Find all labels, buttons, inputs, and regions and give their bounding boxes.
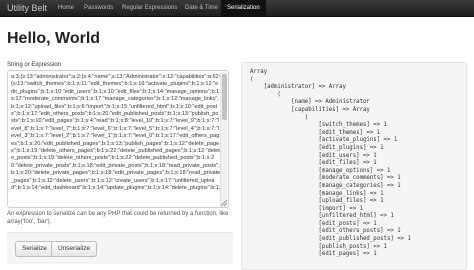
nav-item-date-time[interactable]: Date & Time [179, 0, 224, 17]
output-panel: Array ( [administrator] => Array ( [name… [241, 62, 467, 270]
input-label: String or Expression [7, 62, 62, 68]
nav-item-serialization[interactable]: Serialization [221, 0, 266, 17]
nav-item-passwords[interactable]: Passwords [78, 0, 119, 17]
page-title: Hello, World [7, 30, 101, 47]
resize-handle-icon[interactable] [221, 200, 227, 206]
nav-item-regular-expressions[interactable]: Regular Expressions [116, 0, 183, 17]
expression-textarea[interactable]: a:3:{s:13:"administrator";a:2:{s:4:"name… [7, 70, 229, 208]
textarea-scrollbar-thumb[interactable] [222, 74, 227, 120]
textarea-scrollbar[interactable] [220, 72, 227, 207]
form-actions: Serialize Unserialize [7, 232, 233, 264]
output-text: Array ( [administrator] => Array ( [name… [250, 69, 411, 258]
unserialize-button[interactable]: Unserialize [51, 241, 98, 257]
help-text: An expression to serialize can be any PH… [7, 211, 229, 225]
serialize-button[interactable]: Serialize [15, 241, 54, 257]
nav-item-home[interactable]: Home [52, 0, 80, 17]
expression-textarea-value[interactable]: a:3:{s:13:"administrator";a:2:{s:4:"name… [11, 74, 221, 193]
brand-logo[interactable]: Utility Belt [7, 3, 47, 13]
top-navbar: Utility Belt Home Passwords Regular Expr… [0, 0, 474, 17]
